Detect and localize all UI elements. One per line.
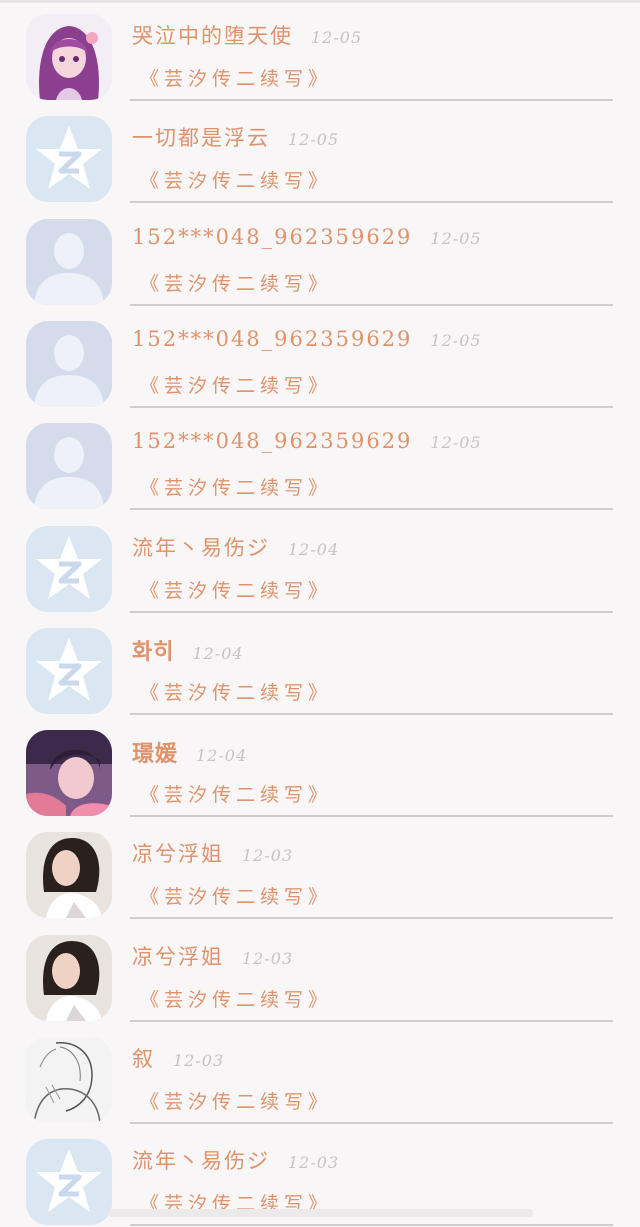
user-name[interactable]: 流年丶易伤ジ 12-04: [132, 532, 339, 562]
book-title-link[interactable]: 《芸汐传二续写》: [140, 780, 332, 807]
divider: [130, 303, 613, 306]
timestamp: 12-05: [430, 433, 482, 453]
book-title-link[interactable]: 《芸汐传二续写》: [140, 1087, 332, 1114]
person-silhouette-avatar[interactable]: [26, 423, 112, 510]
user-name-text: 화히: [132, 639, 175, 665]
timestamp: 12-05: [430, 228, 482, 248]
user-name[interactable]: 凉兮浮姐 12-03: [132, 838, 293, 868]
user-name-text: 哭泣中的堕天使: [132, 24, 293, 48]
divider: [130, 917, 613, 920]
divider: [130, 201, 613, 204]
list-item[interactable]: 152***048_962359629 12-05 《芸汐传二续写》: [0, 205, 640, 307]
divider: [130, 1019, 613, 1022]
timestamp: 12-04: [192, 643, 244, 663]
user-name-text: 凉兮浮姐: [132, 842, 224, 867]
timestamp: 12-05: [430, 330, 482, 350]
actress-photo-avatar[interactable]: [26, 934, 112, 1021]
horizontal-scrollbar[interactable]: [108, 1209, 533, 1217]
list-item[interactable]: 哭泣中的堕天使 12-05 《芸汐传二续写》: [0, 0, 640, 102]
timestamp: 12-03: [242, 846, 294, 866]
user-name-text: 璟媛: [132, 742, 179, 768]
list-item[interactable]: 叙 12-03 《芸汐传二续写》: [0, 1023, 640, 1125]
user-name-text: 一切都是浮云: [132, 126, 270, 151]
user-name[interactable]: 流年丶易伤ジ 12-03: [132, 1145, 339, 1175]
divider: [130, 712, 613, 715]
timestamp: 12-04: [288, 539, 340, 559]
user-name-text: 凉兮浮姐: [132, 944, 224, 969]
divider: [130, 1122, 613, 1124]
timestamp: 12-03: [242, 948, 294, 968]
qq-default-avatar[interactable]: [26, 525, 112, 612]
list-item[interactable]: 152***048_962359629 12-05 《芸汐传二续写》: [0, 409, 640, 511]
user-name[interactable]: 璟媛 12-04: [132, 736, 247, 768]
timestamp: 12-05: [311, 28, 363, 47]
timestamp: 12-03: [288, 1153, 340, 1173]
divider: [130, 405, 613, 408]
actress-photo-avatar[interactable]: [26, 832, 112, 919]
person-silhouette-avatar[interactable]: [26, 218, 112, 305]
book-title-link[interactable]: 《芸汐传二续写》: [140, 269, 332, 296]
user-name-text: 152***048_962359629: [132, 326, 413, 351]
user-name-text: 152***048_962359629: [132, 429, 413, 454]
book-title-link[interactable]: 《芸汐传二续写》: [140, 473, 332, 500]
divider: [130, 508, 613, 511]
purple-hair-girl-avatar[interactable]: [26, 730, 112, 817]
sketch-drawing-avatar[interactable]: [26, 1037, 112, 1123]
divider: [130, 1224, 613, 1227]
list-item[interactable]: 一切都是浮云 12-05 《芸汐传二续写》: [0, 102, 640, 204]
user-name[interactable]: 一切都是浮云 12-05: [132, 122, 339, 152]
user-name[interactable]: 화히 12-04: [132, 634, 244, 666]
timestamp: 12-04: [196, 746, 248, 766]
timestamp: 12-05: [288, 130, 340, 150]
book-title-link[interactable]: 《芸汐传二续写》: [140, 64, 332, 91]
list-item[interactable]: 凉兮浮姐 12-03 《芸汐传二续写》: [0, 818, 640, 920]
timestamp: 12-03: [173, 1051, 225, 1070]
qq-default-avatar[interactable]: [26, 116, 112, 203]
qq-default-avatar[interactable]: [26, 1139, 112, 1226]
divider: [130, 815, 613, 818]
book-title-link[interactable]: 《芸汐传二续写》: [140, 166, 332, 193]
user-name[interactable]: 叙 12-03: [132, 1043, 224, 1073]
person-silhouette-avatar[interactable]: [26, 320, 112, 407]
user-name[interactable]: 152***048_962359629 12-05: [132, 225, 482, 249]
list-item[interactable]: 화히 12-04 《芸汐传二续写》: [0, 614, 640, 716]
divider: [130, 99, 613, 101]
book-title-link[interactable]: 《芸汐传二续写》: [140, 371, 332, 398]
book-title-link[interactable]: 《芸汐传二续写》: [140, 678, 332, 705]
book-title-link[interactable]: 《芸汐传二续写》: [140, 882, 332, 909]
user-name-text: 叙: [132, 1047, 155, 1071]
user-name-text: 流年丶易伤ジ: [132, 1149, 270, 1174]
list-item[interactable]: 流年丶易伤ジ 12-04 《芸汐传二续写》: [0, 512, 640, 614]
list-item[interactable]: 璟媛 12-04 《芸汐传二续写》: [0, 716, 640, 818]
divider: [130, 610, 613, 613]
list-item[interactable]: 凉兮浮姐 12-03 《芸汐传二续写》: [0, 921, 640, 1023]
book-title-link[interactable]: 《芸汐传二续写》: [140, 985, 332, 1012]
user-name-text: 152***048_962359629: [132, 224, 413, 249]
user-name[interactable]: 152***048_962359629 12-05: [132, 327, 482, 351]
book-title-link[interactable]: 《芸汐传二续写》: [140, 576, 332, 603]
user-name[interactable]: 152***048_962359629 12-05: [132, 429, 482, 453]
user-name-text: 流年丶易伤ジ: [132, 535, 270, 560]
user-name[interactable]: 凉兮浮姐 12-03: [132, 941, 293, 971]
list-item[interactable]: 152***048_962359629 12-05 《芸汐传二续写》: [0, 307, 640, 409]
qq-default-avatar[interactable]: [26, 627, 112, 714]
user-name[interactable]: 哭泣中的堕天使 12-05: [132, 20, 362, 50]
anime-girl-avatar[interactable]: [26, 14, 112, 100]
